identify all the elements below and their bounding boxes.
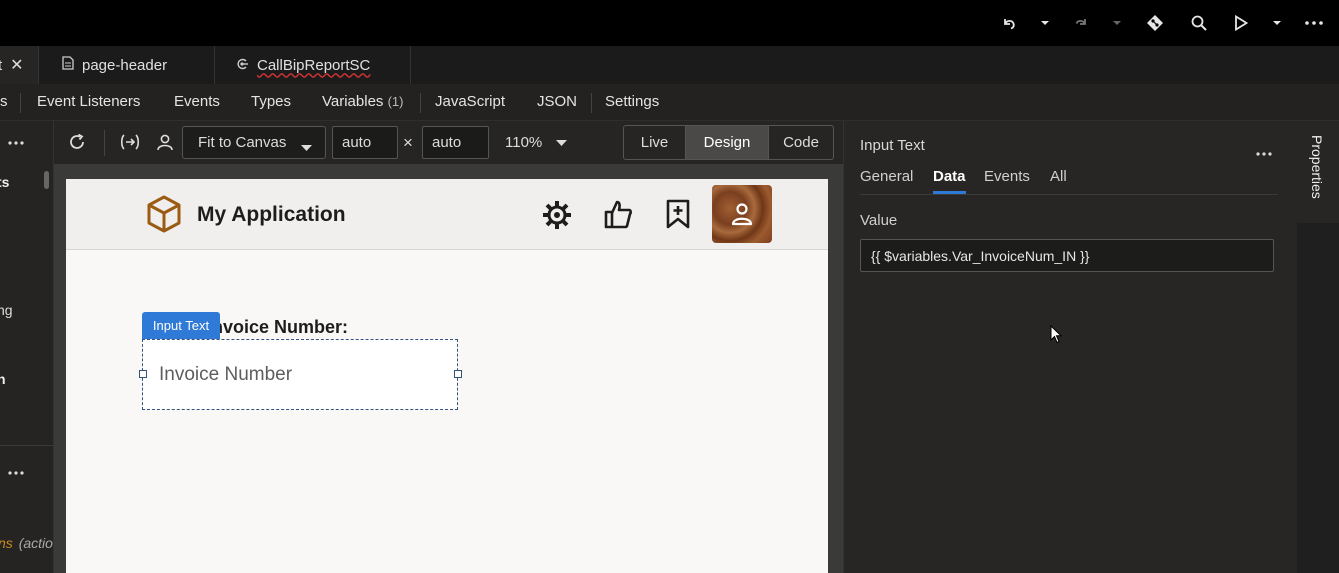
scrollbar-thumb[interactable] <box>44 171 49 189</box>
chevron-down-icon <box>301 139 312 156</box>
app-logo-icon <box>146 195 182 238</box>
avatar[interactable] <box>712 185 772 243</box>
more-icon[interactable] <box>1256 143 1272 161</box>
file-tab-label: page-header <box>82 56 168 74</box>
gear-icon[interactable] <box>541 199 573 236</box>
more-icon[interactable] <box>8 132 26 150</box>
git-icon[interactable] <box>1144 10 1166 36</box>
file-icon <box>62 56 74 74</box>
search-icon[interactable] <box>1188 10 1210 36</box>
width-input[interactable] <box>332 126 398 159</box>
left-panel-label: ts <box>0 174 10 190</box>
bookmark-add-icon[interactable] <box>666 199 690 234</box>
left-panel-label: n <box>0 371 6 387</box>
left-panel-action-label: ns (actio <box>0 535 53 551</box>
file-tab-label: t <box>0 56 3 74</box>
invoice-number-label: nvoice Number: <box>212 317 349 337</box>
redo-icon[interactable] <box>1070 10 1092 36</box>
fit-to-canvas-dropdown[interactable]: Fit to Canvas <box>182 126 326 159</box>
mode-code-button[interactable]: Code <box>769 126 833 159</box>
zoom-label: 110% <box>505 134 543 151</box>
more-icon[interactable] <box>8 462 26 480</box>
chevron-down-icon[interactable] <box>1110 10 1124 36</box>
times-separator: × <box>403 133 413 152</box>
user-icon[interactable] <box>156 133 174 156</box>
tab-data[interactable]: Data <box>933 168 966 185</box>
resize-handle-left[interactable] <box>139 370 147 378</box>
chevron-down-icon[interactable] <box>1038 10 1052 36</box>
resize-handle-right[interactable] <box>454 370 462 378</box>
file-tab-callbipreportsc[interactable]: CallBipReportSC <box>215 46 411 84</box>
tab-all[interactable]: All <box>1050 168 1067 185</box>
variables-count-badge: (1) <box>387 94 404 109</box>
top-toolbar <box>0 0 1339 46</box>
app-title: My Application <box>197 203 346 226</box>
chevron-down-icon <box>556 134 568 151</box>
value-expression-field[interactable]: {{ $variables.Var_InvoiceNum_IN }} <box>860 239 1274 272</box>
side-tab-strip: Properties <box>1297 121 1339 573</box>
value-expression-text: {{ $variables.Var_InvoiceNum_IN }} <box>871 248 1090 264</box>
subnav-item-json[interactable]: JSON <box>537 93 577 110</box>
thumbs-up-icon[interactable] <box>603 199 633 234</box>
subnav-item-settings[interactable]: Settings <box>605 93 659 110</box>
subnav-item-event-listeners[interactable]: Event Listeners <box>37 93 140 110</box>
mode-design-button[interactable]: Design <box>686 126 769 159</box>
structure-panel: ts ng n ns (actio <box>0 121 54 573</box>
zoom-dropdown[interactable]: 110% <box>495 126 575 159</box>
view-mode-switch: Live Design Code <box>623 125 834 160</box>
side-tab-properties[interactable]: Properties <box>1297 121 1339 223</box>
designer-subnav: s Event Listeners Events Types Variables… <box>0 84 1339 121</box>
mouse-cursor-icon <box>1050 324 1063 349</box>
invoice-number-input[interactable]: Invoice Number <box>142 339 458 410</box>
file-tab-active[interactable]: t ✕ <box>0 46 39 84</box>
input-placeholder: Invoice Number <box>159 364 293 385</box>
close-icon[interactable]: ✕ <box>10 55 23 75</box>
variable-binding-icon[interactable] <box>119 133 141 156</box>
action-chain-icon <box>235 57 249 74</box>
properties-title: Input Text <box>860 137 925 154</box>
chevron-down-icon[interactable] <box>1270 10 1284 36</box>
left-panel-label: ng <box>0 302 13 318</box>
subnav-item-javascript[interactable]: JavaScript <box>435 93 505 110</box>
user-icon <box>731 203 753 226</box>
refresh-icon[interactable] <box>68 133 86 156</box>
run-icon[interactable] <box>1230 10 1252 36</box>
file-tab-page-header[interactable]: page-header <box>40 46 215 84</box>
file-tab-label: CallBipReportSC <box>257 56 371 74</box>
height-input[interactable] <box>422 126 489 159</box>
more-icon[interactable] <box>1302 10 1326 36</box>
properties-panel: Input Text General Data Events All Value… <box>843 121 1298 573</box>
value-label: Value <box>860 212 898 229</box>
selected-component-badge: Input Text <box>142 312 220 339</box>
fit-to-canvas-label: Fit to Canvas <box>198 134 287 151</box>
subnav-item-variables[interactable]: Variables (1) <box>322 93 403 110</box>
mode-live-button[interactable]: Live <box>624 126 686 159</box>
subnav-item-truncated[interactable]: s <box>0 93 8 110</box>
left-panel-label: (actio <box>18 535 53 551</box>
left-panel-label: ns <box>0 535 13 551</box>
tab-events[interactable]: Events <box>984 168 1030 185</box>
subnav-item-label: Variables <box>322 93 384 110</box>
subnav-item-events[interactable]: Events <box>174 93 220 110</box>
tab-general[interactable]: General <box>860 168 913 185</box>
undo-icon[interactable] <box>998 10 1020 36</box>
subnav-item-types[interactable]: Types <box>251 93 291 110</box>
file-tabs-bar: t ✕ page-header CallBipReportSC <box>0 46 1339 85</box>
side-tab-label: Properties <box>1309 135 1325 199</box>
